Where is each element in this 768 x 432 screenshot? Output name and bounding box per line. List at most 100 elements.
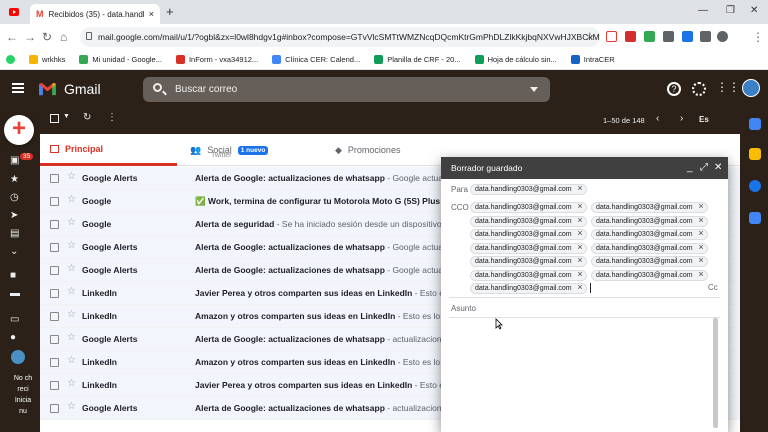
bookmark-hoja[interactable]: Hoja de cálculo sin...: [474, 55, 557, 64]
pocket-extension-icon[interactable]: [606, 31, 617, 42]
recipient-chip[interactable]: data.handling0303@gmail.com: [470, 283, 587, 294]
restore-window-icon[interactable]: ❐: [726, 5, 735, 16]
profile-icon[interactable]: [717, 31, 728, 42]
row-checkbox[interactable]: [50, 404, 59, 413]
row-checkbox[interactable]: [50, 243, 59, 252]
star-icon[interactable]: ☆: [67, 401, 76, 412]
more-options-icon[interactable]: ⋮: [107, 112, 117, 123]
recipient-chip[interactable]: data.handling0303@gmail.com: [591, 256, 708, 267]
compose-header[interactable]: Borrador guardado _ ⤢ ✕: [441, 157, 728, 179]
bookmark-inform[interactable]: InForm - vxa34912...: [175, 55, 258, 64]
search-options-icon[interactable]: [530, 87, 538, 92]
select-options-chevron-down-icon[interactable]: ▼: [63, 113, 70, 120]
starred-icon[interactable]: ★: [10, 174, 19, 185]
keep-side-icon[interactable]: [749, 148, 761, 160]
bookmark-star-icon[interactable]: ☆: [585, 30, 595, 43]
browser-menu-icon[interactable]: ⋮: [752, 30, 764, 44]
close-compose-icon[interactable]: ✕: [714, 162, 722, 173]
recipient-chip[interactable]: data.handling0303@gmail.com: [470, 229, 587, 240]
recipient-chip[interactable]: data.handling0303@gmail.com: [591, 202, 708, 213]
row-checkbox[interactable]: [50, 220, 59, 229]
meet-video-icon[interactable]: ■: [10, 270, 16, 281]
pdf-extension-icon[interactable]: [625, 31, 636, 42]
row-checkbox[interactable]: [50, 174, 59, 183]
row-checkbox[interactable]: [50, 312, 59, 321]
forward-icon[interactable]: →: [24, 30, 36, 44]
recipient-chip[interactable]: data.handling0303@gmail.com: [470, 202, 587, 213]
drafts-icon[interactable]: ▤: [10, 228, 19, 239]
settings-gear-icon[interactable]: [692, 82, 706, 96]
star-icon[interactable]: ☆: [67, 332, 76, 343]
tab-social[interactable]: 👥 Social 1 nuevo: [190, 134, 330, 166]
meet-join-icon[interactable]: ▬: [10, 288, 20, 299]
cc-toggle[interactable]: Cc: [708, 283, 718, 292]
tasks-side-icon[interactable]: [749, 180, 761, 192]
star-icon[interactable]: ☆: [67, 355, 76, 366]
calendar-side-icon[interactable]: [749, 118, 761, 130]
compose-button[interactable]: +: [4, 115, 34, 145]
account-avatar[interactable]: [742, 79, 760, 97]
refresh-icon[interactable]: ↻: [83, 112, 91, 123]
bookmark-clinica[interactable]: Clínica CER: Calend...: [272, 55, 360, 64]
star-icon[interactable]: ☆: [67, 194, 76, 205]
input-language-selector[interactable]: Es: [699, 115, 709, 124]
star-icon[interactable]: ☆: [67, 171, 76, 182]
row-checkbox[interactable]: [50, 381, 59, 390]
apps-grid-icon[interactable]: ⋮⋮: [716, 81, 740, 96]
recipient-chip[interactable]: data.handling0303@gmail.com: [470, 215, 587, 227]
snoozed-icon[interactable]: ◷: [10, 192, 19, 203]
newer-chevron-left-icon[interactable]: ‹: [656, 113, 659, 124]
recipient-chip[interactable]: data.handling0303@gmail.com: [591, 269, 708, 281]
browser-tab-gmail[interactable]: M Recibidos (35) - data.handling03 ×: [30, 4, 160, 24]
row-checkbox[interactable]: [50, 197, 59, 206]
home-icon[interactable]: ⌂: [60, 30, 67, 44]
youtube-tab-icon[interactable]: [9, 8, 19, 16]
reload-icon[interactable]: ↻: [42, 30, 52, 44]
select-all-checkbox[interactable]: [50, 114, 59, 123]
address-bar[interactable]: mail.google.com/mail/u/1/?ogbl&zx=l0wl8h…: [80, 27, 600, 47]
compose-scrollbar[interactable]: [713, 318, 718, 428]
inbox-icon[interactable]: ▣: [10, 155, 19, 166]
new-tab-icon[interactable]: +: [166, 4, 174, 19]
row-checkbox[interactable]: [50, 289, 59, 298]
keyboard-icon[interactable]: ▭: [10, 314, 19, 325]
minimize-window-icon[interactable]: —: [698, 5, 708, 16]
row-checkbox[interactable]: [50, 358, 59, 367]
row-checkbox[interactable]: [50, 335, 59, 344]
star-icon[interactable]: ☆: [67, 309, 76, 320]
star-icon[interactable]: ☆: [67, 378, 76, 389]
close-tab-icon[interactable]: ×: [149, 9, 154, 19]
star-icon[interactable]: ☆: [67, 263, 76, 274]
search-icon[interactable]: [153, 83, 162, 92]
minimize-compose-icon[interactable]: _: [687, 162, 693, 173]
tab-principal[interactable]: Principal: [40, 134, 177, 166]
sent-icon[interactable]: ➤: [10, 210, 18, 221]
more-chevron-down-icon[interactable]: ⌄: [10, 246, 18, 257]
bookmark-planilla[interactable]: Planilla de CRF - 20...: [374, 55, 461, 64]
recipient-chip[interactable]: data.handling0303@gmail.com: [470, 256, 587, 267]
main-menu-icon[interactable]: [12, 83, 24, 93]
message-body[interactable]: [449, 321, 711, 429]
bookmark-intracer[interactable]: IntraCER: [570, 55, 615, 64]
recipient-chip[interactable]: data.handling0303@gmail.com: [591, 229, 708, 240]
hangouts-icon[interactable]: ●: [10, 332, 16, 343]
recipient-chip[interactable]: data.handling0303@gmail.com: [470, 184, 587, 195]
help-icon[interactable]: ?: [667, 82, 681, 96]
bookmark-whatsapp[interactable]: [6, 55, 15, 64]
puzzle-extensions-icon[interactable]: [700, 31, 711, 42]
screenshot-extension-icon[interactable]: [663, 31, 674, 42]
star-icon[interactable]: ☆: [67, 217, 76, 228]
recipient-chip[interactable]: data.handling0303@gmail.com: [470, 269, 587, 281]
recipient-chip[interactable]: data.handling0303@gmail.com: [591, 215, 708, 227]
fullscreen-compose-icon[interactable]: ⤢: [700, 162, 708, 173]
subject-input[interactable]: Asunto: [451, 304, 476, 313]
search-input[interactable]: Buscar correo: [143, 77, 550, 102]
contacts-side-icon[interactable]: [749, 212, 761, 224]
row-checkbox[interactable]: [50, 266, 59, 275]
extension-icon[interactable]: [682, 31, 693, 42]
close-window-icon[interactable]: ✕: [750, 5, 758, 16]
drive-extension-icon[interactable]: [644, 31, 655, 42]
recipient-chip[interactable]: data.handling0303@gmail.com: [591, 242, 708, 254]
older-chevron-right-icon[interactable]: ›: [680, 113, 683, 124]
star-icon[interactable]: ☆: [67, 286, 76, 297]
